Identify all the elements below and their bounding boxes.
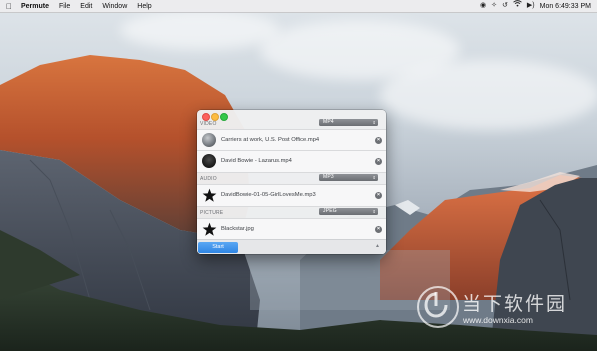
watermark: 当下软件园 www.downxia.com	[417, 286, 593, 330]
menu-bar:  Permute File Edit Window Help ◉ ✧ ↺ ▶)…	[0, 0, 597, 13]
menu-window[interactable]: Window	[97, 3, 132, 10]
remove-file-button[interactable]: ×	[375, 226, 382, 233]
menu-bar-clock[interactable]: Mon 6:49:33 PM	[540, 3, 591, 10]
section-label: VIDEO	[200, 121, 217, 127]
remove-file-button[interactable]: ×	[375, 192, 382, 199]
remove-file-button[interactable]: ×	[375, 158, 382, 165]
menu-file[interactable]: File	[54, 3, 75, 10]
file-row[interactable]: Blackstar.jpg ×	[197, 218, 386, 241]
picture-format-select[interactable]: JPEG ⇕	[319, 208, 378, 215]
section-header-audio: AUDIO MP3 ⇕	[197, 173, 386, 183]
updown-arrows-icon: ⇕	[372, 175, 376, 180]
file-row[interactable]: DavidBowie-01-05-GirlLovesMe.mp3 ×	[197, 184, 386, 207]
remove-file-button[interactable]: ×	[375, 137, 382, 144]
time-machine-icon[interactable]: ↺	[502, 0, 508, 12]
file-name: David Bowie - Lazarus.mp4	[221, 158, 292, 164]
watermark-logo-icon	[417, 286, 459, 328]
menu-help[interactable]: Help	[132, 3, 156, 10]
watermark-url: www.downxia.com	[463, 315, 533, 325]
format-select-value: MP4	[323, 119, 334, 125]
watermark-title: 当下软件园	[462, 293, 568, 315]
file-row[interactable]: Carriers at work, U.S. Post Office.mp4 ×	[197, 129, 386, 152]
updown-arrows-icon: ⇕	[372, 120, 376, 125]
photo-thumbnail	[202, 133, 216, 147]
menu-bar-status-area: ◉ ✧ ↺ ▶) Mon 6:49:33 PM	[480, 0, 597, 12]
volume-icon[interactable]: ▶)	[527, 0, 535, 12]
video-format-select[interactable]: MP4 ⇕	[319, 119, 378, 126]
window-footer: Start ▲	[197, 239, 386, 254]
format-select-value: JPEG	[323, 208, 337, 214]
section-label: AUDIO	[200, 176, 217, 182]
permute-status-icon[interactable]: ◉	[480, 0, 486, 12]
updown-arrows-icon: ⇕	[372, 209, 376, 214]
file-name: Blackstar.jpg	[221, 226, 254, 232]
bluetooth-icon[interactable]: ✧	[491, 0, 497, 12]
file-name: Carriers at work, U.S. Post Office.mp4	[221, 137, 320, 143]
star-icon	[202, 222, 217, 236]
menu-edit[interactable]: Edit	[75, 3, 97, 10]
audio-format-select[interactable]: MP3 ⇕	[319, 174, 378, 181]
format-select-value: MP3	[323, 174, 334, 180]
file-name: DavidBowie-01-05-GirlLovesMe.mp3	[221, 192, 316, 198]
apple-logo-icon[interactable]: 	[2, 2, 16, 11]
chevron-up-icon[interactable]: ▲	[375, 243, 380, 249]
file-row[interactable]: David Bowie - Lazarus.mp4 ×	[197, 150, 386, 173]
section-label: PICTURE	[200, 210, 224, 216]
star-icon	[202, 188, 217, 202]
section-header-video: VIDEO MP4 ⇕	[197, 118, 386, 128]
wifi-icon[interactable]	[513, 0, 522, 12]
video-thumbnail	[202, 154, 216, 168]
permute-window: VIDEO MP4 ⇕ Carriers at work, U.S. Post …	[197, 110, 386, 254]
menu-app-name[interactable]: Permute	[16, 3, 54, 10]
section-header-picture: PICTURE JPEG ⇕	[197, 207, 386, 217]
start-button[interactable]: Start	[198, 242, 238, 253]
